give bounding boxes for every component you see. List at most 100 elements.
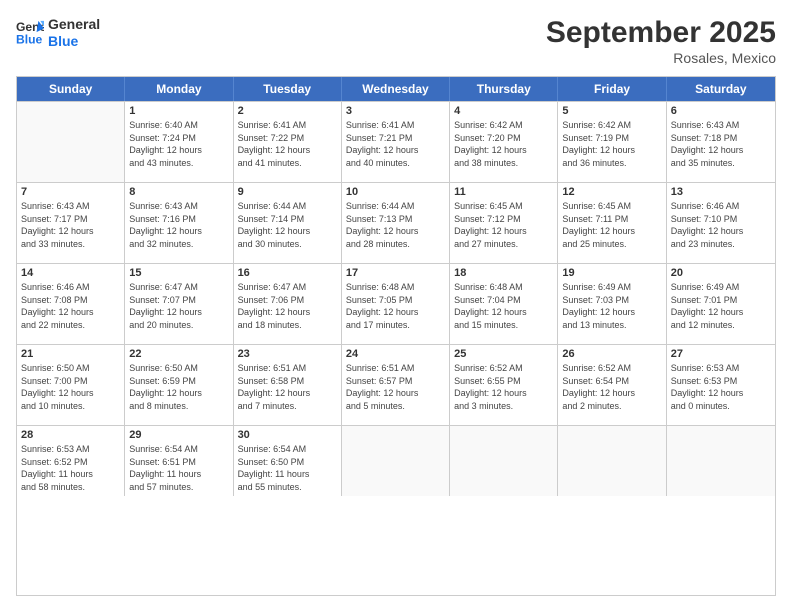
calendar-body: 1 Sunrise: 6:40 AM Sunset: 7:24 PM Daylig… [17,101,775,496]
calendar-cell: 10 Sunrise: 6:44 AM Sunset: 7:13 PM Dayli… [342,183,450,263]
day-info: Sunrise: 6:53 AM Sunset: 6:53 PM Dayligh… [671,362,771,412]
calendar-header-cell: Friday [558,77,666,101]
calendar-cell: 27Sunrise: 6:53 AM Sunset: 6:53 PM Dayli… [667,345,775,425]
calendar-row: 21 Sunrise: 6:50 AM Sunset: 7:00 PM Dayli… [17,344,775,425]
calendar-cell: 9Sunrise: 6:44 AM Sunset: 7:14 PM Daylig… [234,183,342,263]
logo-text-blue: Blue [48,33,100,50]
day-info: Sunrise: 6:41 AM Sunset: 7:22 PM Dayligh… [238,119,337,169]
day-info: Sunrise: 6:47 AM Sunset: 7:06 PM Dayligh… [238,281,337,331]
calendar: SundayMondayTuesdayWednesdayThursdayFrid… [16,76,776,596]
calendar-cell: 24 Sunrise: 6:51 AM Sunset: 6:57 PM Dayli… [342,345,450,425]
calendar-cell: 28Sunrise: 6:53 AM Sunset: 6:52 PM Dayli… [17,426,125,496]
calendar-row: 28Sunrise: 6:53 AM Sunset: 6:52 PM Dayli… [17,425,775,496]
calendar-header-cell: Thursday [450,77,558,101]
calendar-cell: 23 Sunrise: 6:51 AM Sunset: 6:58 PM Dayli… [234,345,342,425]
calendar-row: 14 Sunrise: 6:46 AM Sunset: 7:08 PM Dayli… [17,263,775,344]
day-number: 25 [454,348,553,360]
calendar-cell: 19 Sunrise: 6:49 AM Sunset: 7:03 PM Dayli… [558,264,666,344]
day-number: 15 [129,267,228,279]
day-info: Sunrise: 6:49 AM Sunset: 7:03 PM Dayligh… [562,281,661,331]
calendar-cell: 12 Sunrise: 6:45 AM Sunset: 7:11 PM Dayli… [558,183,666,263]
calendar-cell: 22 Sunrise: 6:50 AM Sunset: 6:59 PM Dayli… [125,345,233,425]
page: General Blue General Blue September 2025… [0,0,792,612]
calendar-cell: 8 Sunrise: 6:43 AM Sunset: 7:16 PM Daylig… [125,183,233,263]
calendar-cell: 7 Sunrise: 6:43 AM Sunset: 7:17 PM Daylig… [17,183,125,263]
day-info: Sunrise: 6:49 AM Sunset: 7:01 PM Dayligh… [671,281,771,331]
day-number: 11 [454,186,553,198]
calendar-header-cell: Wednesday [342,77,450,101]
calendar-cell: 25Sunrise: 6:52 AM Sunset: 6:55 PM Dayli… [450,345,558,425]
calendar-cell [558,426,666,496]
day-number: 14 [21,267,120,279]
day-info: Sunrise: 6:52 AM Sunset: 6:54 PM Dayligh… [562,362,661,412]
day-number: 7 [21,186,120,198]
calendar-cell: 26 Sunrise: 6:52 AM Sunset: 6:54 PM Dayli… [558,345,666,425]
day-info: Sunrise: 6:44 AM Sunset: 7:14 PM Dayligh… [238,200,337,250]
calendar-cell [342,426,450,496]
day-info: Sunrise: 6:51 AM Sunset: 6:58 PM Dayligh… [238,362,337,412]
day-number: 2 [238,105,337,117]
calendar-cell: 18Sunrise: 6:48 AM Sunset: 7:04 PM Dayli… [450,264,558,344]
calendar-cell: 15 Sunrise: 6:47 AM Sunset: 7:07 PM Dayli… [125,264,233,344]
day-info: Sunrise: 6:41 AM Sunset: 7:21 PM Dayligh… [346,119,445,169]
logo: General Blue General Blue [16,16,100,50]
day-number: 30 [238,429,337,441]
title-block: September 2025 Rosales, Mexico [546,16,776,66]
day-number: 4 [454,105,553,117]
calendar-cell: 29 Sunrise: 6:54 AM Sunset: 6:51 PM Dayli… [125,426,233,496]
logo-icon: General Blue [16,19,44,47]
calendar-row: 1 Sunrise: 6:40 AM Sunset: 7:24 PM Daylig… [17,101,775,182]
calendar-header-cell: Tuesday [234,77,342,101]
day-number: 22 [129,348,228,360]
subtitle: Rosales, Mexico [546,50,776,66]
day-info: Sunrise: 6:54 AM Sunset: 6:51 PM Dayligh… [129,443,228,493]
day-number: 5 [562,105,661,117]
day-number: 19 [562,267,661,279]
calendar-cell [450,426,558,496]
calendar-cell: 16 Sunrise: 6:47 AM Sunset: 7:06 PM Dayli… [234,264,342,344]
day-number: 21 [21,348,120,360]
calendar-cell: 6 Sunrise: 6:43 AM Sunset: 7:18 PM Daylig… [667,102,775,182]
svg-text:Blue: Blue [16,32,43,46]
day-info: Sunrise: 6:43 AM Sunset: 7:17 PM Dayligh… [21,200,120,250]
day-number: 8 [129,186,228,198]
day-info: Sunrise: 6:43 AM Sunset: 7:18 PM Dayligh… [671,119,771,169]
day-number: 12 [562,186,661,198]
day-number: 20 [671,267,771,279]
day-number: 18 [454,267,553,279]
day-info: Sunrise: 6:50 AM Sunset: 6:59 PM Dayligh… [129,362,228,412]
day-number: 29 [129,429,228,441]
day-number: 6 [671,105,771,117]
day-number: 17 [346,267,445,279]
calendar-cell: 4 Sunrise: 6:42 AM Sunset: 7:20 PM Daylig… [450,102,558,182]
calendar-header-cell: Sunday [17,77,125,101]
calendar-cell [17,102,125,182]
day-number: 23 [238,348,337,360]
day-number: 26 [562,348,661,360]
calendar-cell: 5Sunrise: 6:42 AM Sunset: 7:19 PM Daylig… [558,102,666,182]
day-info: Sunrise: 6:48 AM Sunset: 7:05 PM Dayligh… [346,281,445,331]
day-info: Sunrise: 6:45 AM Sunset: 7:11 PM Dayligh… [562,200,661,250]
calendar-header-cell: Monday [125,77,233,101]
calendar-cell: 1 Sunrise: 6:40 AM Sunset: 7:24 PM Daylig… [125,102,233,182]
day-number: 1 [129,105,228,117]
calendar-row: 7 Sunrise: 6:43 AM Sunset: 7:17 PM Daylig… [17,182,775,263]
day-info: Sunrise: 6:42 AM Sunset: 7:20 PM Dayligh… [454,119,553,169]
day-info: Sunrise: 6:50 AM Sunset: 7:00 PM Dayligh… [21,362,120,412]
calendar-cell: 11Sunrise: 6:45 AM Sunset: 7:12 PM Dayli… [450,183,558,263]
day-info: Sunrise: 6:43 AM Sunset: 7:16 PM Dayligh… [129,200,228,250]
day-number: 24 [346,348,445,360]
day-info: Sunrise: 6:46 AM Sunset: 7:08 PM Dayligh… [21,281,120,331]
day-info: Sunrise: 6:47 AM Sunset: 7:07 PM Dayligh… [129,281,228,331]
day-info: Sunrise: 6:53 AM Sunset: 6:52 PM Dayligh… [21,443,120,493]
day-number: 10 [346,186,445,198]
day-info: Sunrise: 6:51 AM Sunset: 6:57 PM Dayligh… [346,362,445,412]
calendar-header-row: SundayMondayTuesdayWednesdayThursdayFrid… [17,77,775,101]
calendar-cell: 3 Sunrise: 6:41 AM Sunset: 7:21 PM Daylig… [342,102,450,182]
day-info: Sunrise: 6:40 AM Sunset: 7:24 PM Dayligh… [129,119,228,169]
day-number: 16 [238,267,337,279]
day-info: Sunrise: 6:44 AM Sunset: 7:13 PM Dayligh… [346,200,445,250]
calendar-cell: 21 Sunrise: 6:50 AM Sunset: 7:00 PM Dayli… [17,345,125,425]
calendar-cell: 30Sunrise: 6:54 AM Sunset: 6:50 PM Dayli… [234,426,342,496]
day-number: 3 [346,105,445,117]
